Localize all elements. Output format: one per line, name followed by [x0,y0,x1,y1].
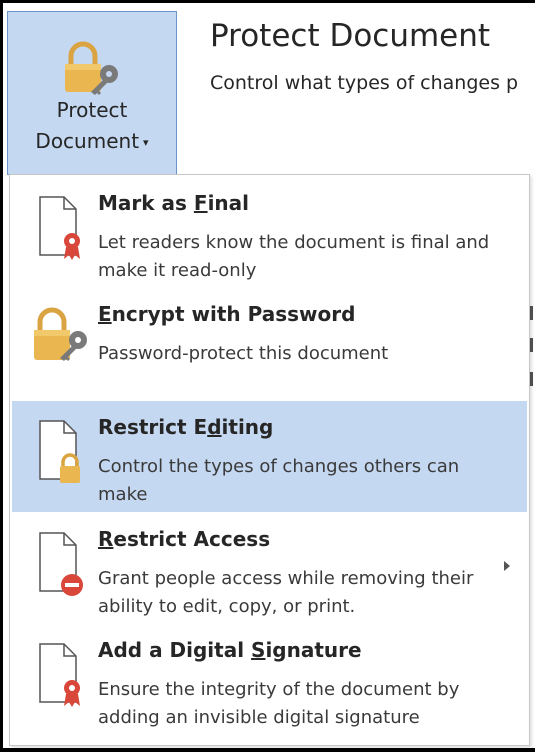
protect-document-menu: Mark as Final Let readers know the docum… [9,174,530,746]
menu-item-encrypt-with-password[interactable]: Encrypt with Password Password-protect t… [12,288,527,399]
protect-button-label-line2: Document ▾ [8,129,176,153]
menu-item-restrict-access[interactable]: Restrict Access Grant people access whil… [12,513,527,624]
menu-item-description: Control the types of changes others can … [98,456,460,505]
page-title: Protect Document [210,18,491,54]
document-ribbon-icon [30,640,90,710]
protect-button-label-line1: Protect [56,98,128,122]
page-subtitle: Control what types of changes p [210,72,519,94]
menu-item-title: Restrict Access [98,527,271,551]
menu-item-description: Let readers know the document is final a… [98,232,490,281]
menu-item-add-digital-signature[interactable]: Add a Digital Signature Ensure the integ… [12,624,527,735]
protect-button-label-text: Document [35,129,140,153]
menu-item-title: Mark as Final [98,191,250,215]
menu-item-mark-as-final[interactable]: Mark as Final Let readers know the docum… [12,177,527,288]
menu-item-description: Grant people access while removing their… [98,568,474,617]
lock-key-icon [30,304,90,374]
menu-item-description: Password-protect this document [98,343,389,364]
menu-item-description: Ensure the integrity of the document by … [98,679,460,728]
screen-frame-left [0,0,3,752]
document-lock-icon [30,417,90,487]
menu-item-title: Encrypt with Password [98,302,356,326]
document-no-entry-icon [30,529,90,599]
document-ribbon-icon [30,193,90,263]
protect-document-button[interactable]: Protect Document ▾ [7,11,177,175]
screen-frame-bottom [0,748,535,752]
chevron-down-icon: ▾ [143,136,149,149]
lock-key-icon [63,40,127,100]
screen-frame-top [0,0,535,3]
chevron-right-icon[interactable] [504,561,510,571]
menu-item-restrict-editing[interactable]: Restrict Editing Control the types of ch… [12,401,527,512]
menu-item-title: Add a Digital Signature [98,638,362,662]
menu-item-title: Restrict Editing [98,415,274,439]
